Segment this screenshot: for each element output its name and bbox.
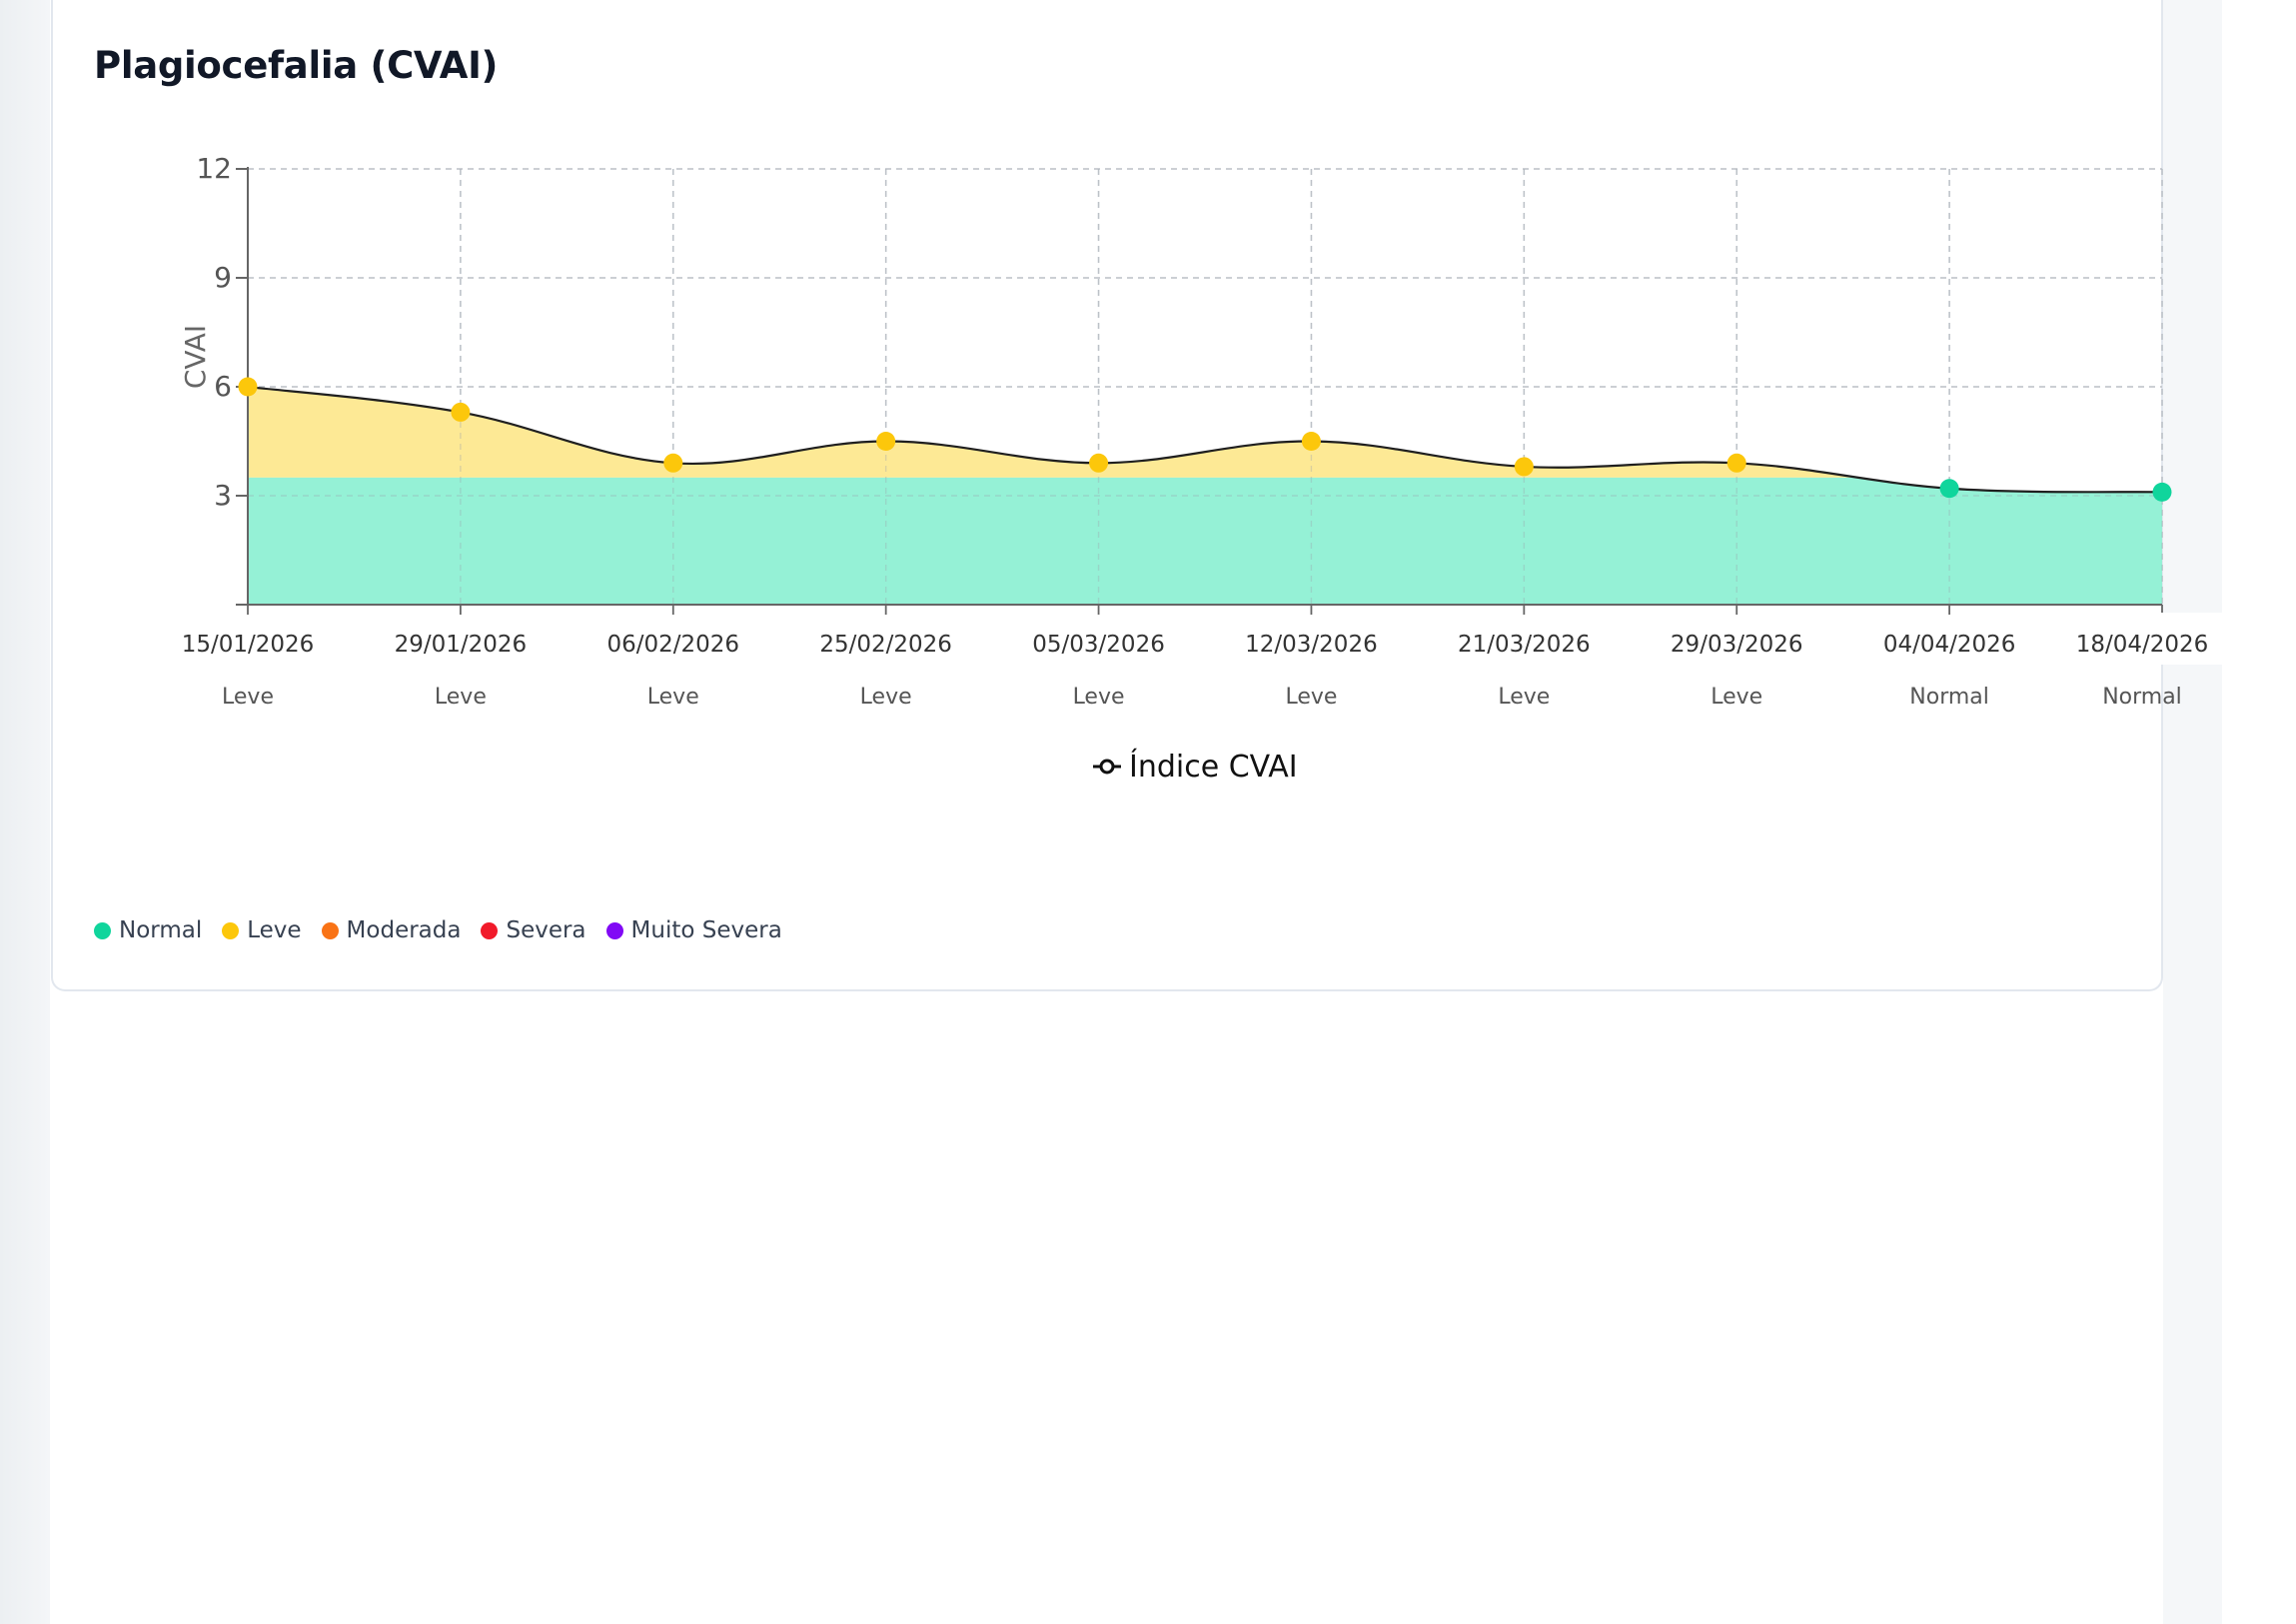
legend-dot [321, 921, 339, 939]
legend-series-label: Índice CVAI [1129, 749, 1298, 785]
x-tick-sublabel: Leve [1498, 685, 1550, 710]
data-point [876, 432, 896, 451]
data-point [1514, 457, 1534, 477]
data-point [1089, 453, 1109, 473]
data-point [451, 402, 471, 422]
cvai-area-chart: 3 6 9 12 CVAI 15/01/2026 Leve 29/01/2026 Leve 06/… [179, 152, 2232, 785]
x-tick-sublabel: Leve [1073, 685, 1125, 710]
data-point [238, 377, 258, 397]
x-tick-label: 06/02/2026 [606, 632, 739, 658]
x-tick-sublabel: Leve [1711, 685, 1762, 710]
legend-label: Severa [506, 917, 586, 943]
x-tick-sublabel: Leve [860, 685, 912, 710]
legend-label: Moderada [346, 917, 462, 943]
y-axis-label: CVAI [179, 325, 212, 389]
x-tick-sublabel: Leve [222, 685, 274, 710]
legend-item-severa: Severa [481, 917, 586, 943]
x-tick-sublabel: Leve [435, 685, 487, 710]
legend-item-moderada: Moderada [321, 917, 462, 943]
x-tick-label: 04/04/2026 [1883, 632, 2016, 658]
legend-item-muito-severa: Muito Severa [605, 917, 782, 943]
legend-dot [481, 921, 499, 939]
legend-item-normal: Normal [94, 917, 202, 943]
x-tick-label: 18/04/2026 [2076, 632, 2209, 658]
data-point [663, 453, 683, 473]
data-point [1726, 453, 1746, 473]
legend-label: Normal [119, 917, 203, 943]
x-tick-label: 21/03/2026 [1458, 632, 1591, 658]
severity-legend: Normal Leve Moderada Severa Muito Severa [94, 917, 782, 943]
y-tick-label: 12 [196, 152, 232, 185]
legend-label: Leve [247, 917, 302, 943]
app-sidebar-edge [0, 0, 50, 1624]
x-tick-label: 12/03/2026 [1245, 632, 1378, 658]
legend-label: Muito Severa [630, 917, 782, 943]
legend-item-leve: Leve [222, 917, 302, 943]
y-tick-label: 6 [214, 370, 232, 403]
data-point [1939, 479, 1959, 499]
x-tick-sublabel: Normal [2102, 685, 2182, 710]
x-tick-label: 29/03/2026 [1671, 632, 1803, 658]
x-tick-label: 05/03/2026 [1032, 632, 1165, 658]
x-tick-label: 15/01/2026 [182, 632, 315, 658]
y-tick-label: 3 [214, 479, 232, 512]
legend-dot [94, 921, 111, 939]
legend-point-swatch [1099, 759, 1115, 775]
x-tick-sublabel: Leve [647, 685, 699, 710]
data-point [1301, 432, 1321, 451]
legend-dot [605, 921, 623, 939]
x-tick-sublabel: Leve [1285, 685, 1337, 710]
data-point [2152, 482, 2172, 502]
x-tick-label: 29/01/2026 [395, 632, 528, 658]
cvai-chart-card: Plagiocefalia (CVAI) 3 6 9 12 CVAI 15/01/2026… [51, 0, 2232, 991]
x-tick-label: 25/02/2026 [819, 632, 952, 658]
legend-dot [222, 921, 240, 939]
x-tick-sublabel: Normal [1909, 685, 1989, 710]
y-tick-label: 9 [214, 261, 232, 294]
